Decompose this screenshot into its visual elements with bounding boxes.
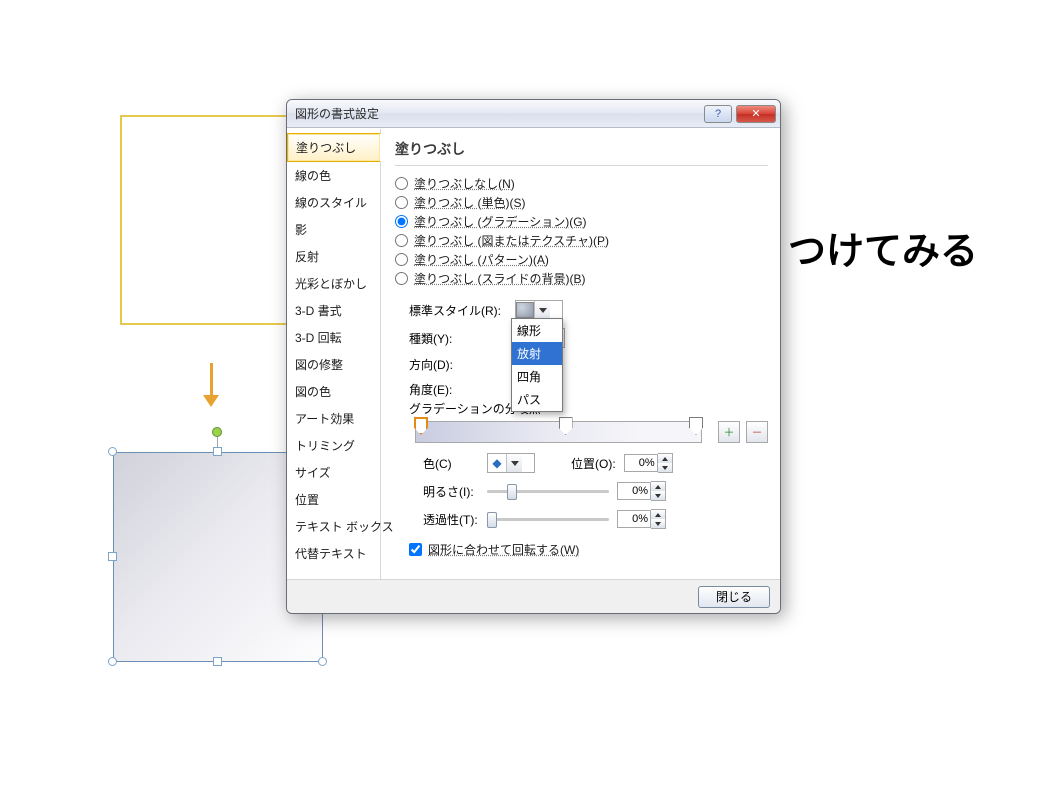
brightness-spinner[interactable] (617, 481, 666, 501)
sidebar-item-position[interactable]: 位置 (287, 486, 380, 513)
radio-picture-fill-label: 塗りつぶし (図またはテクスチャ)(P) (414, 232, 609, 249)
remove-gradient-stop-button[interactable]: － (746, 421, 768, 443)
resize-handle-n[interactable] (213, 447, 222, 456)
rotate-with-shape-label: 図形に合わせて回転する(W) (428, 541, 579, 558)
color-picker[interactable]: ◆ (487, 453, 535, 473)
background-text: つけてみる (788, 220, 978, 275)
sidebar-item-alt-text[interactable]: 代替テキスト (287, 540, 380, 567)
sidebar-item-picture-corrections[interactable]: 図の修整 (287, 351, 380, 378)
spinner-up[interactable] (651, 510, 665, 519)
radio-picture-fill-input[interactable] (395, 234, 408, 247)
position-spinner[interactable] (624, 453, 673, 473)
sidebar-item-crop[interactable]: トリミング (287, 432, 380, 459)
dropdown-option-radial[interactable]: 放射 (512, 342, 562, 365)
close-button[interactable]: 閉じる (698, 586, 770, 608)
radio-no-fill-input[interactable] (395, 177, 408, 190)
brightness-input[interactable] (617, 482, 651, 500)
radio-pattern-fill[interactable]: 塗りつぶし (パターン)(A) (395, 250, 768, 269)
brightness-slider[interactable] (487, 490, 609, 493)
rotation-handle[interactable] (212, 427, 222, 437)
help-button[interactable]: ? (704, 105, 732, 123)
resize-handle-sw[interactable] (108, 657, 117, 666)
radio-gradient-fill[interactable]: 塗りつぶし (グラデーション)(G) (395, 212, 768, 231)
sidebar-item-size[interactable]: サイズ (287, 459, 380, 486)
sidebar-item-line-style[interactable]: 線のスタイル (287, 189, 380, 216)
preset-label: 標準スタイル(R): (409, 302, 507, 319)
position-label: 位置(O): (571, 455, 616, 472)
dropdown-option-rectangular[interactable]: 四角 (512, 365, 562, 388)
preset-style-combo[interactable] (515, 300, 563, 320)
resize-handle-w[interactable] (108, 552, 117, 561)
resize-handle-se[interactable] (318, 657, 327, 666)
sidebar-item-shadow[interactable]: 影 (287, 216, 380, 243)
brightness-label: 明るさ(I): (423, 483, 479, 500)
gradient-stop-bar[interactable] (415, 421, 702, 443)
radio-gradient-fill-input[interactable] (395, 215, 408, 228)
close-icon[interactable]: ✕ (736, 105, 776, 123)
dialog-titlebar[interactable]: 図形の書式設定 ? ✕ (287, 100, 780, 128)
spinner-down[interactable] (651, 491, 665, 500)
transparency-label: 透過性(T): (423, 511, 479, 528)
chevron-down-icon[interactable] (506, 454, 522, 472)
format-shape-dialog: 図形の書式設定 ? ✕ 塗りつぶし 線の色 線のスタイル 影 反射 光彩とぼかし… (286, 99, 781, 614)
sidebar-item-textbox[interactable]: テキスト ボックス (287, 513, 380, 540)
radio-solid-fill-label: 塗りつぶし (単色)(S) (414, 194, 525, 211)
minus-icon: － (752, 424, 763, 440)
sidebar-item-artistic-effects[interactable]: アート効果 (287, 405, 380, 432)
add-gradient-stop-button[interactable]: ＋ (718, 421, 740, 443)
plus-icon: ＋ (724, 424, 735, 440)
sidebar-item-3d-rotation[interactable]: 3-D 回転 (287, 324, 380, 351)
resize-handle-s[interactable] (213, 657, 222, 666)
transparency-input[interactable] (617, 510, 651, 528)
radio-slide-bg-fill[interactable]: 塗りつぶし (スライドの背景)(B) (395, 269, 768, 288)
radio-slide-bg-fill-label: 塗りつぶし (スライドの背景)(B) (414, 270, 585, 287)
radio-no-fill[interactable]: 塗りつぶしなし(N) (395, 174, 768, 193)
radio-no-fill-label: 塗りつぶしなし(N) (414, 175, 515, 192)
dropdown-option-path[interactable]: パス (512, 388, 562, 411)
panel-title: 塗りつぶし (395, 139, 768, 166)
sidebar-item-glow[interactable]: 光彩とぼかし (287, 270, 380, 297)
radio-picture-fill[interactable]: 塗りつぶし (図またはテクスチャ)(P) (395, 231, 768, 250)
transparency-spinner[interactable] (617, 509, 666, 529)
radio-solid-fill[interactable]: 塗りつぶし (単色)(S) (395, 193, 768, 212)
preset-swatch-icon (516, 302, 534, 318)
rotate-with-shape-checkbox[interactable] (409, 543, 422, 556)
arrow-down-icon (203, 363, 219, 407)
resize-handle-nw[interactable] (108, 447, 117, 456)
sidebar-item-picture-color[interactable]: 図の色 (287, 378, 380, 405)
fill-panel: 塗りつぶし 塗りつぶしなし(N) 塗りつぶし (単色)(S) 塗りつぶし (グラ… (381, 129, 780, 537)
bucket-icon: ◆ (488, 456, 506, 470)
type-label: 種類(Y): (409, 330, 507, 347)
spinner-down[interactable] (651, 519, 665, 528)
angle-label: 角度(E): (409, 381, 507, 398)
color-label: 色(C) (423, 455, 479, 472)
sidebar-item-reflection[interactable]: 反射 (287, 243, 380, 270)
titlebar-buttons: ? ✕ (704, 105, 776, 123)
transparency-slider[interactable] (487, 518, 609, 521)
dropdown-option-linear[interactable]: 線形 (512, 319, 562, 342)
dialog-footer: 閉じる (287, 579, 780, 613)
sidebar-item-3d-format[interactable]: 3-D 書式 (287, 297, 380, 324)
spinner-down[interactable] (658, 463, 672, 472)
slider-thumb[interactable] (507, 484, 517, 500)
spinner-up[interactable] (651, 482, 665, 491)
radio-slide-bg-fill-input[interactable] (395, 272, 408, 285)
radio-pattern-fill-input[interactable] (395, 253, 408, 266)
category-sidebar: 塗りつぶし 線の色 線のスタイル 影 反射 光彩とぼかし 3-D 書式 3-D … (287, 129, 381, 579)
gradient-type-dropdown: 線形 放射 四角 パス (511, 318, 563, 412)
gradient-stop-3[interactable] (689, 417, 703, 449)
direction-label: 方向(D): (409, 356, 507, 373)
slider-thumb[interactable] (487, 512, 497, 528)
radio-solid-fill-input[interactable] (395, 196, 408, 209)
sidebar-item-line-color[interactable]: 線の色 (287, 162, 380, 189)
radio-gradient-fill-label: 塗りつぶし (グラデーション)(G) (414, 213, 587, 230)
dialog-title: 図形の書式設定 (295, 105, 379, 122)
chevron-down-icon[interactable] (534, 301, 550, 319)
spinner-up[interactable] (658, 454, 672, 463)
position-input[interactable] (624, 454, 658, 472)
gradient-stop-1[interactable] (414, 417, 428, 449)
gradient-stop-2[interactable] (559, 417, 573, 449)
sidebar-item-fill[interactable]: 塗りつぶし (287, 133, 381, 162)
radio-pattern-fill-label: 塗りつぶし (パターン)(A) (414, 251, 549, 268)
